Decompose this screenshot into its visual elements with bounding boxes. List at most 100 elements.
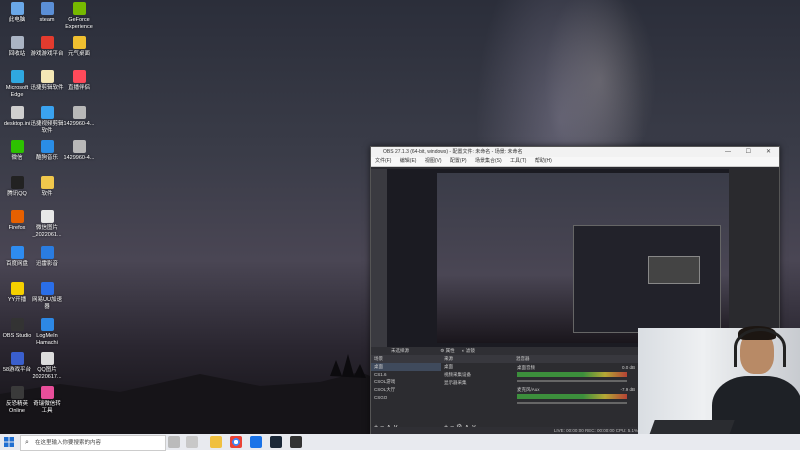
obs-title: OBS 27.1.3 (64-bit, windows) - 配置文件: 未命名… bbox=[383, 149, 523, 155]
desktop-icon-label: 迅雷影音 bbox=[35, 261, 58, 267]
search-placeholder: 在这里输入你要搜索的内容 bbox=[35, 440, 102, 446]
desktop-icon[interactable]: 58游戏平台 bbox=[0, 352, 34, 374]
chrome-icon[interactable] bbox=[230, 436, 242, 448]
hamachi-icon bbox=[40, 318, 54, 331]
desktop-icon[interactable]: 1429960-4... bbox=[62, 140, 96, 162]
menu-file[interactable]: 文件(F) bbox=[375, 158, 391, 164]
minimize-icon[interactable]: — bbox=[725, 147, 731, 157]
desktop-icon[interactable]: 回收站 bbox=[0, 36, 34, 58]
ini-file-icon bbox=[10, 106, 24, 119]
menu-tools[interactable]: 工具(T) bbox=[510, 158, 526, 164]
desktop-icon-label: OBS Studio bbox=[2, 333, 32, 339]
desktop-icon-label: 1429960-4... bbox=[63, 155, 95, 161]
desktop-icon[interactable]: 此电脑 bbox=[0, 2, 34, 24]
desktop-icon[interactable]: 元气桌面 bbox=[62, 36, 96, 58]
desktop-icon[interactable]: OBS Studio bbox=[0, 318, 34, 340]
menu-edit[interactable]: 编辑(E) bbox=[400, 158, 417, 164]
file-explorer-icon[interactable] bbox=[210, 436, 222, 448]
desktop-icon-label: 直播伴侣 bbox=[67, 85, 90, 91]
taskbar-search-input[interactable]: ⌕ 在这里输入你要搜索的内容 bbox=[20, 435, 166, 451]
desktop-icon[interactable]: 微信图片 _2022061... bbox=[30, 210, 64, 238]
desktop-icon[interactable]: 网易UU加速器 bbox=[30, 282, 64, 310]
obs-preview-canvas[interactable] bbox=[387, 169, 729, 347]
desktop-icon[interactable]: 微信 bbox=[0, 140, 34, 162]
maximize-icon[interactable]: ☐ bbox=[746, 147, 751, 157]
menu-scene-collection[interactable]: 场景集合(S) bbox=[475, 158, 502, 164]
scene-item[interactable]: CS1.6 bbox=[371, 371, 441, 378]
desktop-icon[interactable]: LogMeIn Hamachi bbox=[30, 318, 64, 346]
desktop-icon[interactable]: 直播伴侣 bbox=[62, 70, 96, 92]
filters-button[interactable]: 滤镜 bbox=[466, 348, 475, 353]
desktop-icon[interactable]: Firefox bbox=[0, 210, 34, 232]
desktop-icon-label: 软件 bbox=[41, 191, 53, 197]
desktop-icon-label: 此电脑 bbox=[8, 17, 26, 23]
desktop-icon-label: 迅捷剪辑软件 bbox=[30, 85, 64, 91]
desktop-icon-label: Microsoft Edge bbox=[5, 85, 29, 98]
source-item[interactable]: 视频采集设备 bbox=[441, 371, 513, 379]
sources-dock-title: 来源 bbox=[441, 355, 513, 363]
desktop-icon-label: 网易UU加速器 bbox=[32, 297, 62, 310]
mixer-dock-title: 混音器 bbox=[513, 355, 639, 363]
steam-icon[interactable] bbox=[270, 436, 282, 448]
video-editor-icon bbox=[40, 106, 54, 119]
desktop-icon[interactable]: QQ图片 20220617... bbox=[30, 352, 64, 380]
volume-meter bbox=[517, 372, 627, 377]
scene-item[interactable]: CSOL大厅 bbox=[371, 386, 441, 394]
desktop-icon[interactable]: 奇瑞微信转 工具 bbox=[30, 386, 64, 414]
desktop-icon[interactable]: desktop.ini bbox=[0, 106, 34, 128]
edge-icon bbox=[10, 70, 24, 83]
source-item[interactable]: 桌面 bbox=[441, 363, 513, 371]
desktop-icon[interactable]: steam bbox=[30, 2, 64, 24]
yuanqi-icon bbox=[72, 36, 86, 49]
obs-icon bbox=[10, 318, 24, 331]
firefox-icon bbox=[10, 210, 24, 223]
volume-slider[interactable] bbox=[517, 380, 627, 382]
desktop-icon[interactable]: 腾讯QQ bbox=[0, 176, 34, 198]
desktop-icon[interactable]: YY开播 bbox=[0, 282, 34, 304]
desktop-icon[interactable]: GeForce Experience bbox=[62, 2, 96, 30]
sources-dock: 来源 桌面 视频采集设备 显示器采集 + − ⚙ ∧ ∨ bbox=[441, 355, 514, 435]
menu-help[interactable]: 帮助(H) bbox=[535, 158, 552, 164]
desktop-icon-label: 回收站 bbox=[8, 51, 26, 57]
58-game-icon bbox=[10, 352, 24, 365]
desktop-icon[interactable]: 百度网盘 bbox=[0, 246, 34, 268]
image-file-icon bbox=[40, 352, 54, 365]
desktop-icon[interactable]: 游戏游戏平台 bbox=[30, 36, 64, 58]
desktop-icon[interactable]: 酷狗音乐 bbox=[30, 140, 64, 162]
scene-item[interactable]: CSOL游戏 bbox=[371, 378, 441, 386]
obs-titlebar[interactable]: OBS 27.1.3 (64-bit, windows) - 配置文件: 未命名… bbox=[371, 147, 779, 157]
headset bbox=[734, 328, 786, 367]
desktop-icon[interactable]: 1429960-4... bbox=[62, 106, 96, 128]
bluetooth-app-icon[interactable] bbox=[250, 436, 262, 448]
desktop-icon[interactable]: 反恐精英 Online bbox=[0, 386, 34, 414]
desktop-icon[interactable]: 迅雷影音 bbox=[30, 246, 64, 268]
obs-icon[interactable] bbox=[290, 436, 302, 448]
task-view-icon[interactable] bbox=[168, 436, 180, 448]
desktop-icon[interactable]: 迅捷剪辑软件 bbox=[30, 70, 64, 92]
close-icon[interactable]: ✕ bbox=[766, 147, 771, 157]
properties-button[interactable]: 属性 bbox=[446, 348, 455, 353]
desktop-icon-label: 百度网盘 bbox=[5, 261, 28, 267]
desktop-icon[interactable]: 软件 bbox=[30, 176, 64, 198]
kugou-icon bbox=[40, 140, 54, 153]
scene-item[interactable]: CSGO bbox=[371, 394, 441, 401]
mixer-track-label: 麦克风/Aux bbox=[517, 387, 540, 392]
desktop-icon-label: GeForce Experience bbox=[65, 17, 93, 30]
desktop-icon-label: 迅捷视频剪辑软件 bbox=[30, 121, 64, 134]
menu-profile[interactable]: 配置(P) bbox=[450, 158, 467, 164]
obs-menubar: 文件(F) 编辑(E) 视图(V) 配置(P) 场景集合(S) 工具(T) 帮助… bbox=[371, 157, 779, 167]
gear-icon[interactable]: ⚙ bbox=[440, 348, 444, 353]
volume-slider[interactable] bbox=[517, 402, 627, 404]
menu-view[interactable]: 视图(V) bbox=[425, 158, 442, 164]
volume-meter bbox=[517, 394, 627, 399]
source-item[interactable]: 显示器采集 bbox=[441, 379, 513, 387]
mixer-track-label: 桌面音频 bbox=[517, 365, 535, 370]
desktop-icon-label: 1429960-4... bbox=[63, 121, 95, 127]
desktop-icon[interactable]: Microsoft Edge bbox=[0, 70, 34, 98]
filter-icon[interactable]: ◐ bbox=[462, 348, 465, 353]
widget-icon[interactable] bbox=[186, 436, 198, 448]
scene-item[interactable]: 桌面 bbox=[371, 363, 441, 371]
windows-start-icon[interactable] bbox=[4, 437, 14, 447]
qq-icon bbox=[10, 176, 24, 189]
desktop-icon[interactable]: 迅捷视频剪辑软件 bbox=[30, 106, 64, 134]
